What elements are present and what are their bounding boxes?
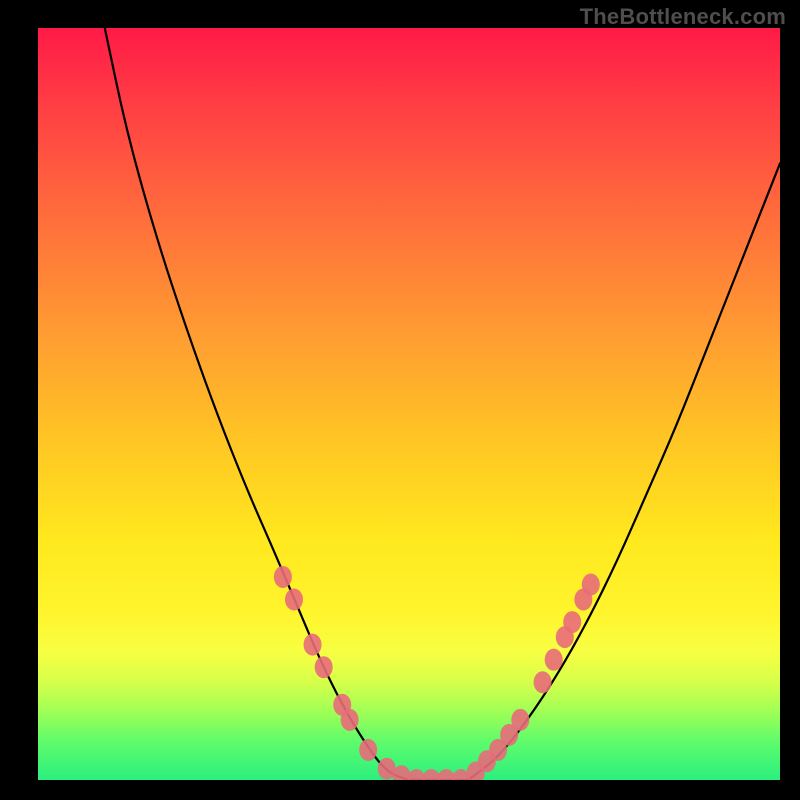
marker-right-5 [534, 671, 552, 693]
marker-left-2 [304, 634, 322, 656]
marker-left-0 [274, 566, 292, 588]
curve-right-curve [468, 163, 780, 780]
marker-right-6 [545, 649, 563, 671]
curve-layer [38, 28, 780, 780]
watermark-text: TheBottleneck.com [580, 4, 786, 30]
marker-right-8 [563, 611, 581, 633]
marker-left-5 [341, 709, 359, 731]
marker-right-4 [511, 709, 529, 731]
marker-left-6 [359, 739, 377, 761]
chart-frame: TheBottleneck.com [0, 0, 800, 800]
marker-right-10 [582, 573, 600, 595]
marker-left-3 [315, 656, 333, 678]
curve-left-curve [105, 28, 409, 780]
marker-left-1 [285, 589, 303, 611]
